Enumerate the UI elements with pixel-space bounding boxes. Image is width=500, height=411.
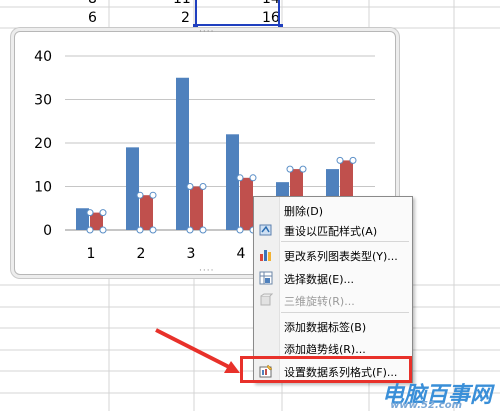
watermark: 电脑百事网 www.52.com bbox=[382, 377, 492, 411]
red-arrow-annotation bbox=[155, 328, 240, 373]
watermark-sub-text: www.52.com bbox=[390, 400, 462, 411]
